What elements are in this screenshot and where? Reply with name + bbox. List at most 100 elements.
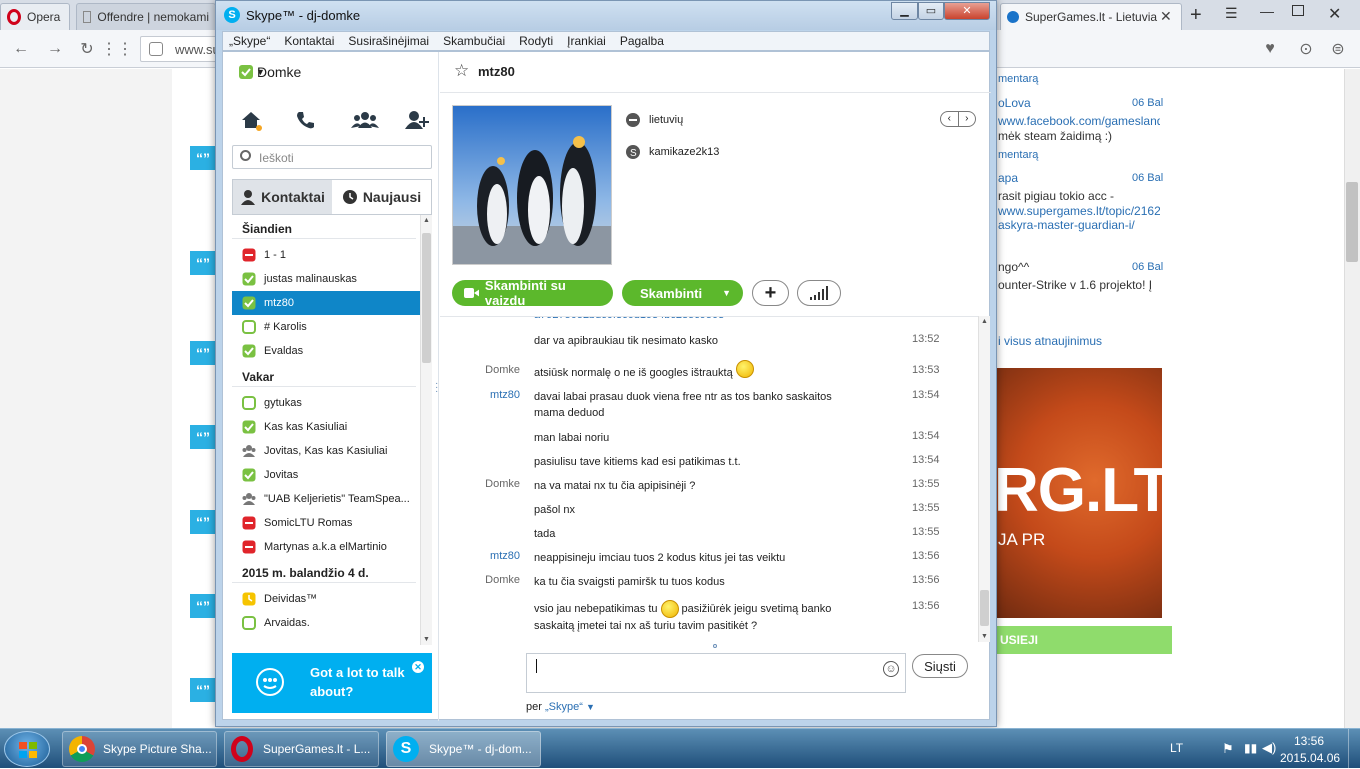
tray-volume-icon[interactable]: ◀) [1262,740,1276,756]
comment-link[interactable]: www.supergames.lt/topic/21620 [998,204,1160,218]
clipped-link[interactable]: a79275052bdc0f3c6d1934bc285c9503 [534,317,724,321]
settings-icon[interactable]: ⊜ [1326,37,1350,61]
start-button[interactable] [4,731,50,767]
message-sender[interactable]: Domke [464,478,520,490]
menu-view[interactable]: Rodyti [519,34,553,48]
forward-icon[interactable]: → [44,38,66,60]
all-updates-link[interactable]: i visus atnaujinimus [998,334,1160,348]
tab-offendre[interactable]: Offendre | nemokami [76,3,216,30]
contact-item[interactable]: justas malinauskas [232,267,420,291]
comment-link[interactable]: askyra-master-guardian-i/ [998,218,1160,232]
page-scrollbar-thumb[interactable] [1346,182,1358,262]
new-tab-button[interactable]: + [1190,4,1202,27]
contact-item[interactable]: gytukas [232,391,420,415]
message-time: 13:53 [912,364,940,376]
promo-close-icon[interactable]: ✕ [412,661,424,673]
show-desktop-button[interactable] [1348,729,1360,769]
video-call-button[interactable]: Skambinti su vaizdu [452,278,613,308]
call-quality-button[interactable] [797,280,841,306]
url-field[interactable]: www.su [140,36,220,62]
taskbar-opera[interactable]: SuperGames.lt - L... [224,731,379,767]
contact-item[interactable]: Martynas a.k.a elMartinio [232,535,420,559]
menu-tools[interactable]: Įrankiai [567,34,606,48]
scroll-down-icon[interactable]: ▼ [421,636,432,643]
close-window-icon[interactable]: ✕ [1328,4,1341,24]
send-button[interactable]: Siųsti [912,654,968,678]
pane-resize-handle[interactable]: · · · [435,379,438,397]
input-resize-dot[interactable] [713,644,717,648]
minimize-button[interactable]: ▁ [891,2,918,20]
tab-menu-icon[interactable]: ☰ [1225,5,1238,22]
emoticon-picker-icon[interactable]: ☺ [883,661,899,677]
contact-item[interactable]: mtz80 [232,291,420,315]
clock-time[interactable]: 13:56 [1294,734,1324,748]
message-sender[interactable]: mtz80 [464,389,520,401]
contact-item[interactable]: "UAB Keljerietis" TeamSpea... [232,487,420,511]
favorite-star-icon[interactable]: ☆ [454,61,469,81]
tab-contacts[interactable]: Kontaktai [233,180,332,214]
maximize-button[interactable]: ▭ [918,2,944,20]
message-sender[interactable]: Domke [464,364,520,376]
tray-flag-icon[interactable]: ⚑ [1222,741,1234,757]
contact-item[interactable]: 1 - 1 [232,243,420,267]
message-text: vsio jau nebepatikimas tu [534,602,658,615]
message-input[interactable]: ☺ [526,653,906,693]
contact-item[interactable]: # Karolis [232,315,420,339]
call-phone-icon[interactable] [293,108,317,132]
call-dropdown-icon[interactable]: ▼ [722,288,731,298]
scroll-up-icon[interactable]: ▲ [979,316,990,325]
search-input[interactable]: Ieškoti [232,145,432,169]
tab-close-icon[interactable]: ✕ [1160,8,1172,25]
restore-icon[interactable] [1292,5,1304,16]
scroll-down-icon[interactable]: ▼ [979,633,990,640]
plus-icon: + [764,282,777,304]
contact-item[interactable]: Arvaidas. [232,611,420,635]
send-via[interactable]: per „Skype“ ▼ [526,701,595,713]
menu-help[interactable]: Pagalba [620,34,664,48]
menu-conversations[interactable]: Susirašinėjimai [348,34,429,48]
menu-skype[interactable]: „Skype“ [229,34,270,48]
add-participant-button[interactable]: + [752,280,789,306]
promo-banner[interactable]: Got a lot to talk about? ✕ [232,653,432,713]
next-icon[interactable]: › [959,112,976,126]
input-language[interactable]: LT [1170,741,1183,755]
message-sender[interactable]: Domke [464,574,520,586]
message-sender[interactable]: mtz80 [464,550,520,562]
reload-icon[interactable]: ↻ [76,38,98,60]
comment-link[interactable]: mentarą [998,149,1160,161]
group-icon [242,493,256,505]
back-icon[interactable]: ← [10,38,32,60]
download-icon[interactable]: ⊙ [1294,37,1318,61]
bookmark-heart-icon[interactable]: ♥ [1258,37,1282,61]
add-contact-icon[interactable] [403,108,431,132]
tab-recent[interactable]: Naujausi [332,180,431,214]
tray-network-icon[interactable]: ▮▮ [1244,741,1257,755]
menu-calls[interactable]: Skambučiai [443,34,505,48]
create-group-icon[interactable] [351,108,379,132]
user-name[interactable]: Domke [257,64,301,80]
taskbar-chrome[interactable]: Skype Picture Sha... [62,731,217,767]
contact-item[interactable]: Jovitas, Kas kas Kasiuliai [232,439,420,463]
minimize-icon[interactable]: — [1260,3,1274,19]
menu-contacts[interactable]: Kontaktai [284,34,334,48]
contact-list-scroll-thumb[interactable] [422,233,431,363]
contact-item[interactable]: Evaldas [232,339,420,363]
comment-link[interactable]: mentarą [998,73,1160,85]
home-icon[interactable] [239,108,263,132]
contact-item[interactable]: Kas kas Kasiuliai [232,415,420,439]
page-scrollbar[interactable] [1344,69,1360,729]
scroll-up-icon[interactable]: ▲ [421,215,432,224]
message-scroll-thumb[interactable] [980,590,989,626]
speed-dial-icon[interactable]: ⋮⋮ [101,38,133,60]
taskbar-skype[interactable]: S Skype™ - dj-dom... [386,731,541,767]
contact-item[interactable]: SomicLTU Romas [232,511,420,535]
prev-icon[interactable]: ‹ [941,112,959,126]
clock-date[interactable]: 2015.04.06 [1280,751,1340,765]
contact-item[interactable]: Jovitas [232,463,420,487]
close-button[interactable]: ✕ [944,2,990,20]
opera-menu-button[interactable]: Opera [0,3,70,30]
tab-supergames[interactable]: SuperGames.lt - Lietuvia [1000,3,1182,30]
contact-item[interactable]: Deividas™ [232,587,420,611]
call-button[interactable]: Skambinti ▼ [622,280,743,306]
comment-link[interactable]: www.facebook.com/gamesland. [998,114,1160,128]
